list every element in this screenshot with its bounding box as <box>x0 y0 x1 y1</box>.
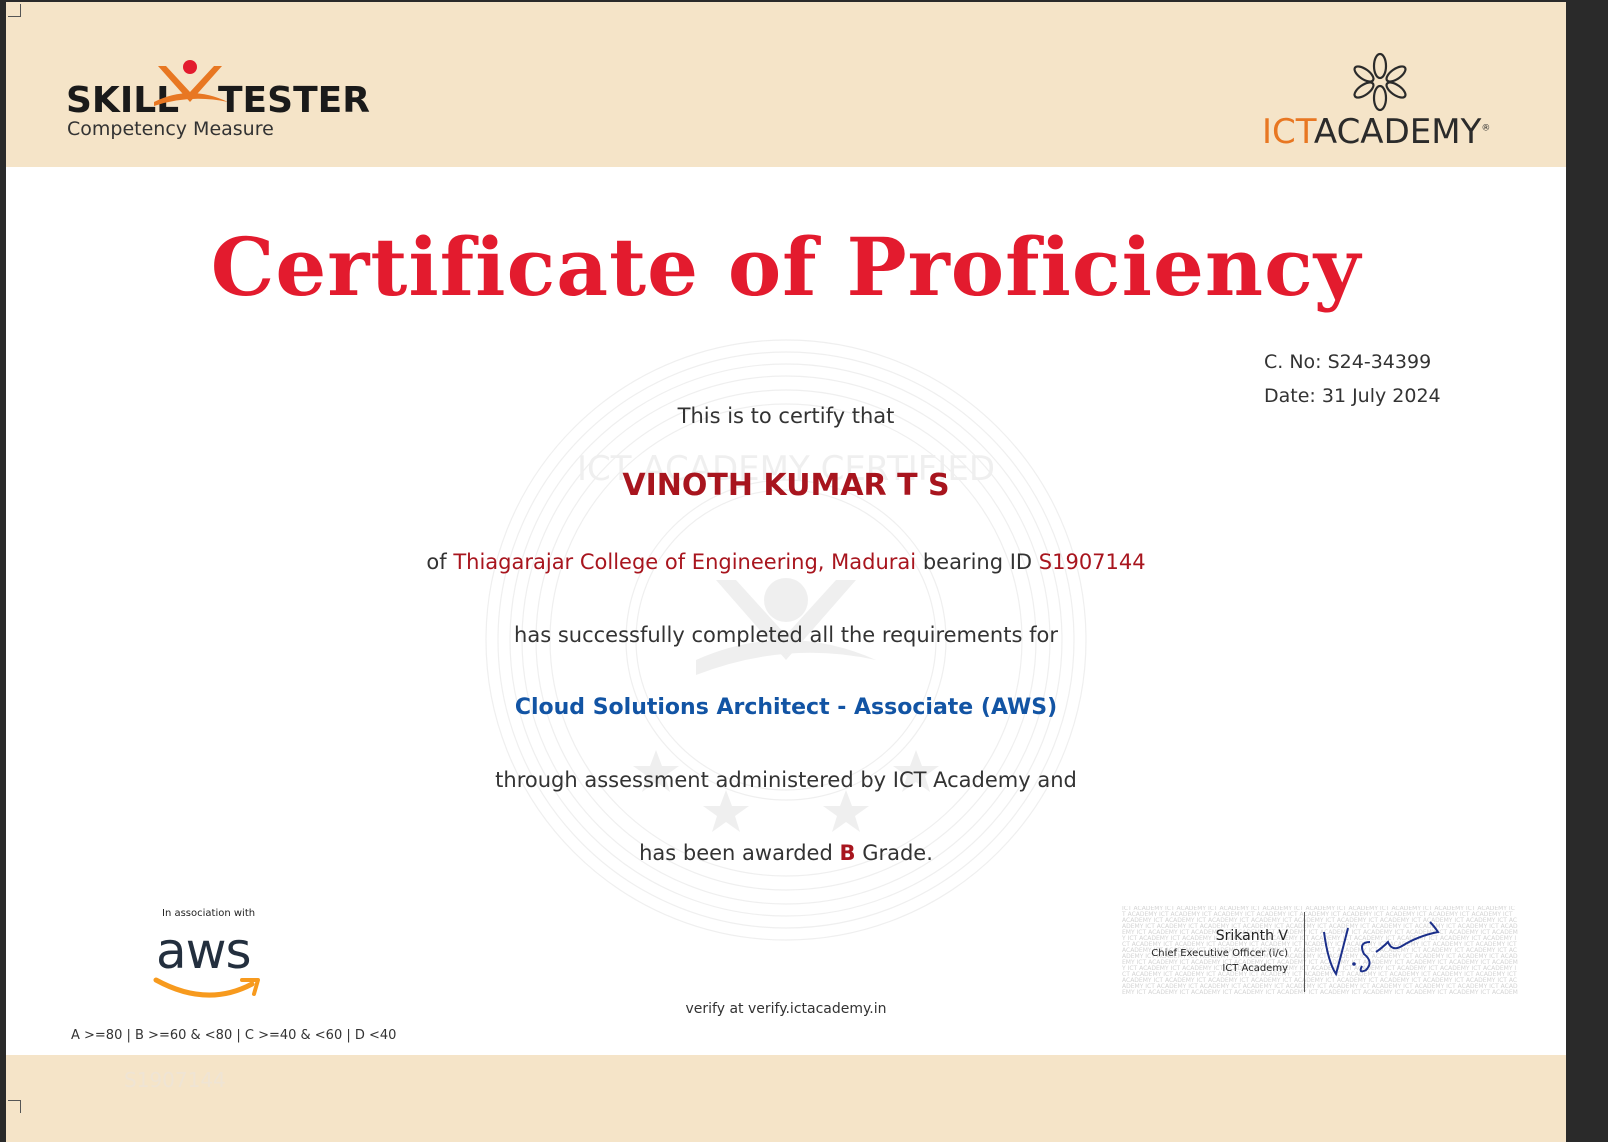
signature-block: ICT ACADEMY ICT ACADEMY ICT ACADEMY ICT … <box>1122 906 1518 994</box>
watermark-student-id: S1907144 <box>124 1068 226 1092</box>
awarded-prefix: has been awarded <box>639 841 833 865</box>
signature-divider <box>1304 912 1305 992</box>
handwritten-signature <box>1323 921 1440 977</box>
intro-line: This is to certify that <box>677 404 895 428</box>
recipient-line: VINOTH KUMAR T S <box>6 468 1566 503</box>
skill-tester-logo: SKILL TESTER Competency Measure <box>66 58 386 148</box>
awarded-suffix: Grade. <box>862 841 933 865</box>
completed-line: has successfully completed all the requi… <box>514 623 1058 647</box>
course-name: Cloud Solutions Architect - Associate (A… <box>514 695 1058 720</box>
certificate-page: SKILL TESTER Competency Measure ICTACADE… <box>6 2 1566 1142</box>
association-label: In association with <box>162 908 256 919</box>
student-id: S1907144 <box>1038 550 1146 574</box>
grade-legend: A >=80 | B >=60 & <80 | C >=40 & <60 | D… <box>71 1028 397 1043</box>
skill-tester-word-right: TESTER <box>218 80 370 121</box>
grade-value: B <box>839 841 856 865</box>
ict-academy-word-orange: ICT <box>1262 112 1314 152</box>
course-line: Cloud Solutions Architect - Associate (A… <box>6 695 1566 720</box>
corner-mark-top-left <box>8 4 21 17</box>
institution-name: Thiagarajar College of Engineering, Madu… <box>453 550 917 574</box>
of-prefix: of <box>426 550 447 574</box>
recipient-name: VINOTH KUMAR T S <box>622 468 950 503</box>
certificate-meta: C. No: S24-34399 Date: 31 July 2024 <box>1264 345 1441 413</box>
certificate-number: C. No: S24-34399 <box>1264 351 1432 373</box>
ict-academy-logo: ICTACADEMY® <box>1256 50 1516 160</box>
signatory-name: Srikanth V <box>1215 928 1288 944</box>
ict-academy-flower-icon <box>1353 52 1407 112</box>
assessment-line: through assessment administered by ICT A… <box>495 768 1077 792</box>
footer-band <box>6 1055 1566 1142</box>
signatory-title: Chief Executive Officer (i/c) <box>1151 948 1288 959</box>
ict-academy-wordmark: ICTACADEMY® <box>1262 112 1490 152</box>
aws-smile-icon <box>153 977 260 998</box>
signatory-org: ICT Academy <box>1222 963 1288 974</box>
skill-tester-tagline: Competency Measure <box>67 118 274 140</box>
grade-line: has been awarded B Grade. <box>6 841 1566 865</box>
institution-line: of Thiagarajar College of Engineering, M… <box>6 550 1566 574</box>
bearing-id-label: bearing ID <box>922 550 1033 574</box>
certificate-title: Certificate of Proficiency <box>210 220 1362 314</box>
corner-mark-bottom-left <box>8 1100 21 1113</box>
verify-text: verify at verify.ictacademy.in <box>685 1001 887 1017</box>
ict-academy-word-dark: ACADEMY <box>1313 112 1482 152</box>
aws-logo-word: aws <box>156 922 252 980</box>
registered-mark: ® <box>1481 123 1491 134</box>
